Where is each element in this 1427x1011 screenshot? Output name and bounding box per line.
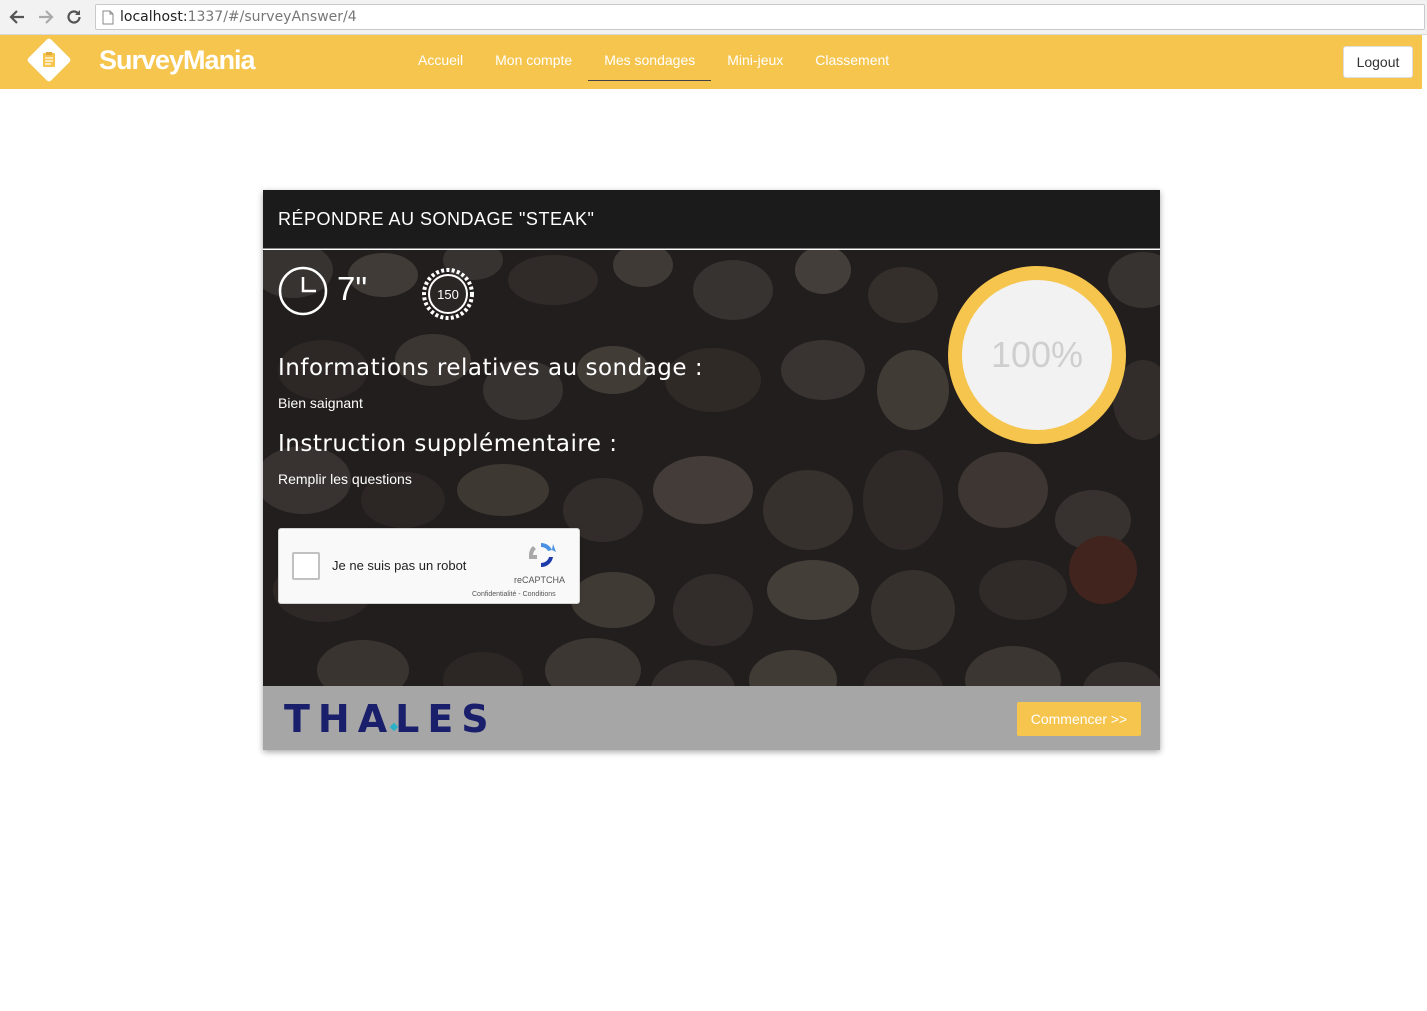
nav-mes-sondages[interactable]: Mes sondages xyxy=(588,35,712,81)
nav-accueil[interactable]: Accueil xyxy=(402,35,479,81)
progress-value: 100% xyxy=(990,334,1084,375)
info-text: Bien saignant xyxy=(278,395,363,411)
instruction-heading: Instruction supplémentaire : xyxy=(278,431,618,457)
browser-toolbar: localhost:1337/#/surveyAnswer/4 xyxy=(0,0,1427,35)
timer-value: 7" xyxy=(337,270,368,307)
recaptcha-brand: reCAPTCHA xyxy=(514,575,566,585)
back-icon[interactable] xyxy=(6,6,28,28)
recaptcha-icon xyxy=(528,542,556,568)
survey-logo-icon xyxy=(43,52,55,67)
instruction-text: Remplir les questions xyxy=(278,471,412,487)
start-button[interactable]: Commencer >> xyxy=(1017,702,1141,736)
recaptcha-widget: Je ne suis pas un robot reCAPTCHA Confid… xyxy=(278,528,580,604)
recaptcha-checkbox[interactable] xyxy=(292,552,320,580)
survey-card: RÉPONDRE AU SONDAGE "STEAK" 7" 150 Infor… xyxy=(263,190,1160,750)
nav-mon-compte[interactable]: Mon compte xyxy=(479,35,588,81)
recaptcha-links[interactable]: Confidentialité - Conditions xyxy=(472,591,556,598)
card-footer: THALES Commencer >> xyxy=(263,686,1160,750)
recaptcha-label: Je ne suis pas un robot xyxy=(332,558,467,573)
nav-classement[interactable]: Classement xyxy=(799,35,905,81)
nav-mini-jeux[interactable]: Mini-jeux xyxy=(711,35,799,81)
card-body: 7" 150 Informations relatives au sondage… xyxy=(263,250,1160,686)
forward-icon[interactable] xyxy=(35,6,57,28)
reload-icon[interactable] xyxy=(63,6,85,28)
page-icon xyxy=(102,10,114,25)
sponsor-logo: THALES xyxy=(284,697,497,741)
card-header: RÉPONDRE AU SONDAGE "STEAK" xyxy=(263,190,1160,249)
logout-button[interactable]: Logout xyxy=(1343,46,1413,78)
card-title: RÉPONDRE AU SONDAGE "STEAK" xyxy=(278,209,595,229)
clock-icon xyxy=(278,266,328,316)
url-text: localhost:1337/#/surveyAnswer/4 xyxy=(120,9,357,25)
points-value: 150 xyxy=(437,286,459,302)
brand-name[interactable]: SurveyMania xyxy=(99,45,256,76)
address-bar[interactable]: localhost:1337/#/surveyAnswer/4 xyxy=(95,4,1425,30)
info-heading: Informations relatives au sondage : xyxy=(278,355,704,381)
app-header: SurveyMania Accueil Mon compte Mes sonda… xyxy=(0,35,1422,89)
main-nav: Accueil Mon compte Mes sondages Mini-jeu… xyxy=(402,35,905,89)
